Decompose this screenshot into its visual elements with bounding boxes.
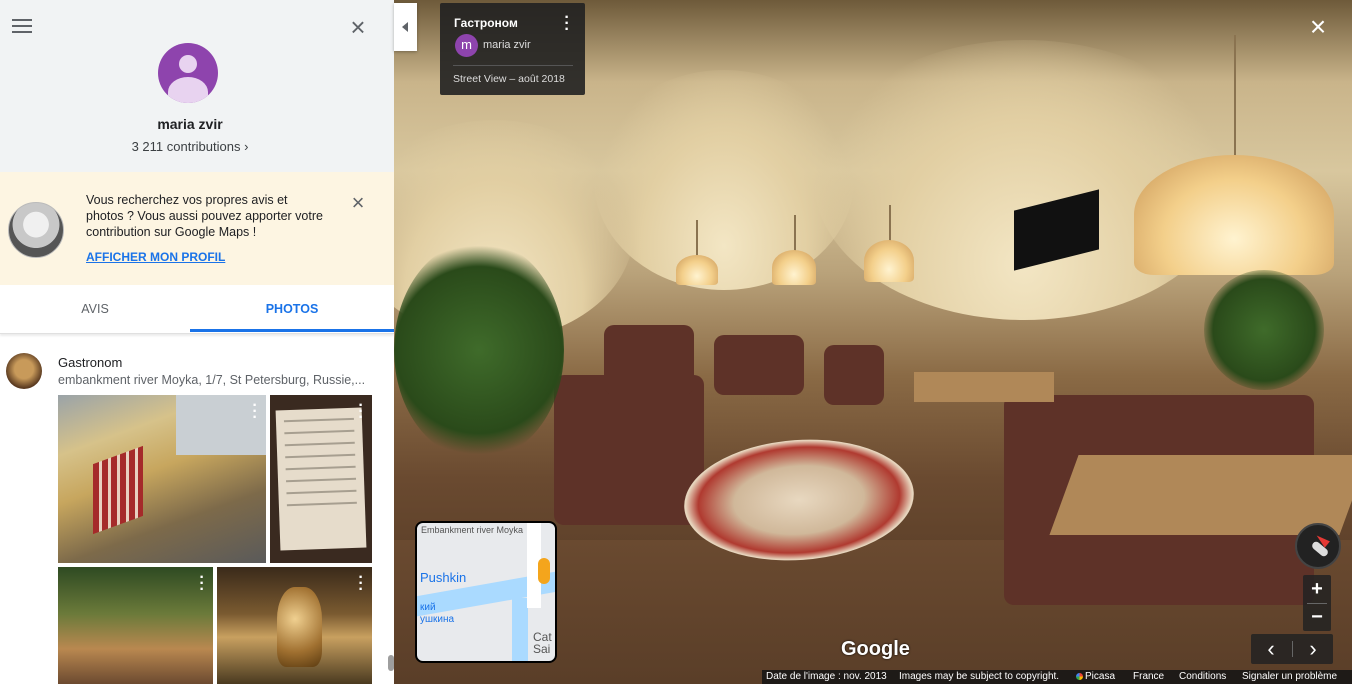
pendant-lamp — [864, 240, 914, 282]
more-vert-icon[interactable]: · · · — [252, 398, 258, 426]
minimap[interactable]: Embankment river Moyka Pushkin кий ушкин… — [415, 521, 557, 663]
copyright-notice: Images may be subject to copyright. — [899, 671, 1060, 682]
sofa — [824, 345, 884, 405]
compass-icon[interactable] — [1295, 523, 1341, 569]
footer-bar: Date de l'image : nov. 2013 Images may b… — [762, 670, 1352, 684]
menu-icon[interactable] — [12, 19, 32, 35]
tab-reviews[interactable]: AVIS — [0, 286, 190, 332]
place-address: embankment river Moyka, 1/7, St Petersbu… — [58, 373, 366, 387]
dining-table — [1049, 455, 1352, 535]
profile-header: × maria zvir 3 211 contributions › — [0, 0, 394, 172]
show-profile-link[interactable]: AFFICHER MON PROFIL — [86, 250, 225, 264]
profile-avatar — [158, 43, 218, 103]
picasa-icon — [1076, 673, 1083, 680]
more-vert-icon[interactable]: · · · — [564, 10, 570, 38]
promo-text: Vous recherchez vos propres avis et phot… — [86, 193, 323, 239]
more-vert-icon[interactable]: · · · — [199, 570, 205, 598]
palm-plant — [394, 240, 564, 460]
side-panel: × maria zvir 3 211 contributions › Vous … — [0, 0, 394, 684]
info-card-user[interactable]: maria zvir — [483, 39, 531, 51]
info-card-title[interactable]: Гастроном — [454, 16, 518, 30]
minimap-label-cat: Cat Sai — [533, 630, 552, 656]
photo-thumbnail-facade[interactable]: · · · — [58, 395, 266, 563]
terms-link[interactable]: Conditions — [1179, 670, 1226, 684]
divider — [453, 65, 573, 66]
minimap-label-cyrillic: кий ушкина — [420, 602, 455, 625]
image-date: Date de l'image : nov. 2013 — [766, 671, 887, 682]
sofa — [714, 335, 804, 395]
place-name[interactable]: Gastronom — [58, 355, 122, 370]
pendant-lamp — [1134, 155, 1334, 275]
pendant-lamp — [676, 255, 718, 285]
promo-avatar — [8, 202, 64, 258]
close-street-view-icon[interactable]: × — [1306, 13, 1330, 41]
minimap-label-pushkin: Pushkin — [420, 570, 467, 585]
info-card-avatar[interactable]: m — [455, 34, 478, 57]
more-vert-icon[interactable]: · · · — [358, 570, 364, 598]
place-thumbnail[interactable] — [6, 353, 42, 389]
picasa-link[interactable]: Picasa — [1076, 670, 1115, 684]
contributions-link[interactable]: 3 211 contributions › — [0, 139, 380, 154]
photo-thumbnail-menu[interactable]: · · · — [270, 395, 372, 563]
photo-navigation: ‹ › — [1251, 634, 1333, 664]
palm-plant — [1204, 270, 1324, 390]
sofa — [554, 375, 704, 525]
dining-table — [914, 372, 1054, 402]
next-photo-button[interactable]: › — [1293, 634, 1333, 664]
more-vert-icon[interactable]: · · · — [358, 398, 364, 426]
google-logo: Google — [841, 638, 910, 660]
info-card-date: Street View – août 2018 — [453, 73, 565, 85]
collapse-panel-button[interactable] — [394, 3, 417, 51]
zoom-in-button[interactable]: + — [1303, 575, 1331, 603]
street-view-info-card: Гастроном · · · m maria zvir Street View –… — [440, 3, 585, 95]
photo-thumbnail-samovar[interactable]: · · · — [217, 567, 372, 684]
zoom-control: + − — [1303, 575, 1331, 631]
previous-photo-button[interactable]: ‹ — [1251, 634, 1291, 664]
tabs: AVIS PHOTOS — [0, 286, 394, 334]
pegman-icon[interactable] — [538, 558, 550, 584]
report-problem-link[interactable]: Signaler un problème — [1242, 670, 1337, 684]
pendant-lamp — [772, 250, 816, 285]
zoom-out-button[interactable]: − — [1303, 603, 1331, 631]
country-link[interactable]: France — [1133, 670, 1164, 684]
tab-photos[interactable]: PHOTOS — [190, 286, 394, 332]
photo-thumbnail-plants[interactable]: · · · — [58, 567, 213, 684]
minimap-label-road: Embankment river Moyka — [421, 525, 524, 535]
panel-close-icon[interactable]: × — [347, 14, 369, 40]
profile-name: maria zvir — [157, 116, 223, 132]
sofa — [604, 325, 694, 395]
promo-close-icon[interactable]: × — [347, 192, 369, 214]
